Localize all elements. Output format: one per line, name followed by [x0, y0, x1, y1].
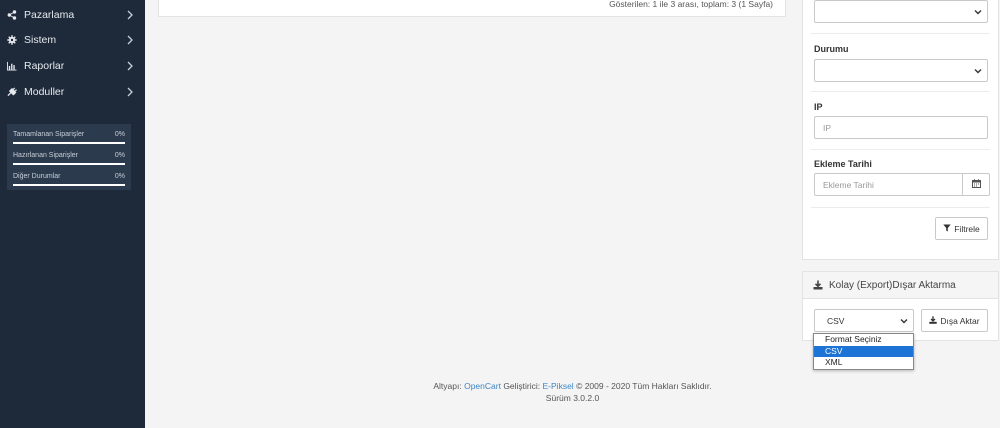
- sidebar-item-moduller[interactable]: Moduller: [0, 79, 145, 105]
- date-added-label: Ekleme Tarihi: [814, 159, 872, 169]
- export-button[interactable]: Dışa Aktar: [921, 309, 988, 332]
- filter-select-top[interactable]: [814, 0, 988, 23]
- puzzle-icon: [7, 87, 17, 97]
- bar-chart-icon: [7, 61, 17, 71]
- status-select[interactable]: [814, 59, 988, 82]
- sidebar-item-sistem[interactable]: Sistem: [0, 27, 145, 53]
- chevron-down-icon: [974, 67, 982, 75]
- stat-progress-bar: [13, 184, 125, 186]
- dropdown-option[interactable]: XML: [814, 357, 913, 369]
- export-button-label: Dışa Aktar: [940, 315, 980, 326]
- download-icon: [929, 315, 938, 326]
- download-icon: [813, 280, 823, 290]
- footer-suffix: © 2009 - 2020 Tüm Hakları Saklıdır.: [573, 381, 712, 391]
- chevron-right-icon: [126, 35, 134, 45]
- sidebar-item-pazarlama[interactable]: Pazarlama: [0, 2, 145, 28]
- chevron-down-icon: [900, 317, 908, 325]
- filter-button-label: Filtrele: [954, 223, 980, 234]
- share-icon: [7, 10, 17, 20]
- order-stats-panel: Tamamlanan Siparişler 0% Hazırlanan Sipa…: [7, 124, 131, 190]
- sidebar-item-raporlar[interactable]: Raporlar: [0, 53, 145, 79]
- chevron-down-icon: [974, 8, 982, 16]
- footer-credits: Altyapı: OpenCart Geliştirici: E-Piksel …: [145, 381, 1000, 391]
- sidebar-item-label: Sistem: [24, 34, 57, 46]
- date-added-input[interactable]: Ekleme Tarihi: [814, 173, 963, 196]
- stat-completed-orders: Tamamlanan Siparişler 0%: [13, 128, 125, 149]
- sidebar-item-label: Moduller: [24, 86, 65, 98]
- chevron-right-icon: [126, 10, 134, 20]
- export-format-value: CSV: [827, 316, 845, 326]
- stat-value: 0%: [114, 152, 125, 159]
- ip-input[interactable]: IP: [814, 116, 988, 139]
- calendar-icon: [971, 178, 981, 191]
- stat-processing-orders: Hazırlanan Siparişler 0%: [13, 149, 125, 170]
- filter-icon: [943, 224, 951, 234]
- stat-value: 0%: [114, 131, 125, 138]
- stat-label: Hazırlanan Siparişler: [13, 152, 78, 159]
- sidebar-item-label: Pazarlama: [24, 9, 75, 21]
- export-format-dropdown: Format Seçiniz CSV XML: [813, 333, 914, 370]
- gear-icon: [7, 35, 17, 45]
- filter-panel: Durumu IP IP Ekleme Tarihi Ekleme Tarihi…: [802, 0, 999, 260]
- date-added-group: Ekleme Tarihi: [814, 173, 990, 197]
- footer-prefix: Altyapı:: [433, 381, 465, 391]
- sidebar: Pazarlama Sistem Raporlar Moduller Tamam…: [0, 0, 145, 428]
- footer-middle: Geliştirici:: [500, 381, 543, 391]
- developer-link[interactable]: E-Piksel: [543, 381, 574, 391]
- stat-progress-bar: [13, 163, 125, 165]
- main-content: Gösterilen: 1 ile 3 arası, toplam: 3 (1 …: [145, 0, 1000, 428]
- stat-other-statuses: Diğer Durumlar 0%: [13, 170, 125, 191]
- divider: [811, 207, 990, 208]
- ip-label: IP: [814, 102, 823, 112]
- footer-version: Sürüm 3.0.2.0: [545, 393, 600, 403]
- export-panel: Kolay (Export)Dışar Aktarma CSV Dışa Akt…: [802, 271, 999, 341]
- divider: [811, 149, 990, 150]
- chevron-right-icon: [126, 87, 134, 97]
- status-label: Durumu: [814, 44, 849, 54]
- chevron-right-icon: [126, 61, 134, 71]
- stat-value: 0%: [114, 173, 125, 180]
- sidebar-item-label: Raporlar: [24, 60, 65, 72]
- dropdown-option[interactable]: Format Seçiniz: [814, 334, 913, 346]
- export-panel-header: Kolay (Export)Dışar Aktarma: [803, 272, 998, 299]
- export-panel-title: Kolay (Export)Dışar Aktarma: [829, 279, 956, 291]
- stat-label: Tamamlanan Siparişler: [13, 131, 85, 138]
- opencart-link[interactable]: OpenCart: [464, 381, 501, 391]
- stat-label: Diğer Durumlar: [13, 173, 61, 180]
- divider: [811, 33, 990, 34]
- list-card: Gösterilen: 1 ile 3 arası, toplam: 3 (1 …: [158, 0, 786, 17]
- stat-progress-bar: [13, 142, 125, 144]
- filter-button[interactable]: Filtrele: [935, 217, 988, 240]
- calendar-button[interactable]: [962, 173, 990, 196]
- pagination-text: Gösterilen: 1 ile 3 arası, toplam: 3 (1 …: [609, 0, 773, 9]
- divider: [811, 91, 990, 92]
- export-format-select[interactable]: CSV: [814, 309, 914, 332]
- dropdown-option-selected[interactable]: CSV: [814, 345, 913, 357]
